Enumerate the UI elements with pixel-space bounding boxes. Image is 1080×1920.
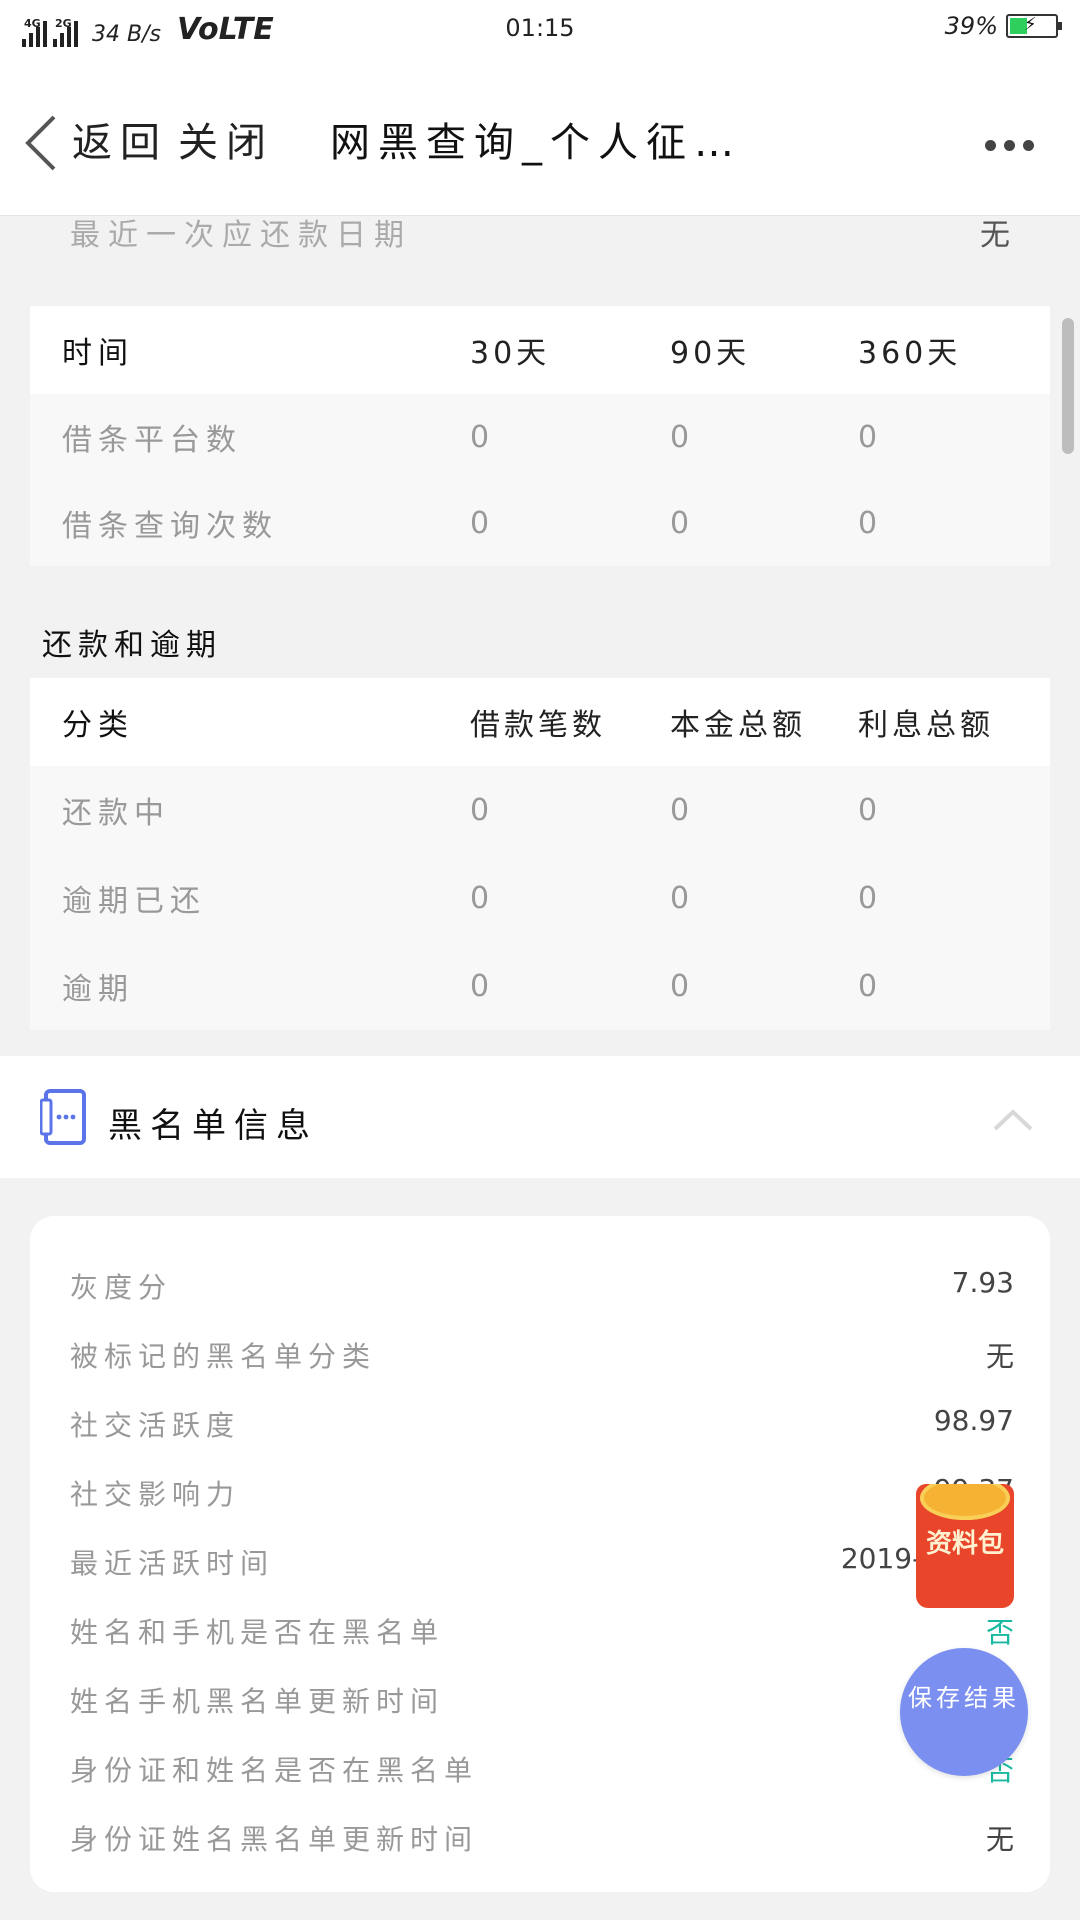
social-activity-label: 社交活跃度 bbox=[70, 1409, 241, 1442]
header-principal: 本金总额 bbox=[670, 708, 806, 743]
battery-icon: ⚡ bbox=[1006, 14, 1062, 38]
list-item: 最近活跃时间 2019-0 bbox=[30, 1532, 1050, 1601]
row-interest: 0 bbox=[858, 792, 878, 828]
row-label: 逾期已还 bbox=[62, 884, 206, 919]
status-bar: 4G 2G 34 B/s VoLTE 01:15 39% ⚡ bbox=[0, 0, 1080, 58]
back-link[interactable]: 返回 bbox=[72, 110, 168, 168]
id-name-update-label: 身份证姓名黑名单更新时间 bbox=[70, 1823, 479, 1856]
last-due-date-label: 最近一次应还款日期 bbox=[70, 218, 412, 253]
id-name-update-value: 无 bbox=[985, 1823, 1014, 1856]
red-packet-label: 资料包 bbox=[925, 1529, 1004, 1559]
row-value-90d: 0 bbox=[670, 505, 690, 541]
blacklist-section-header[interactable]: 黑名单信息 bbox=[0, 1056, 1080, 1178]
blacklist-title: 黑名单信息 bbox=[108, 1106, 318, 1146]
row-principal: 0 bbox=[670, 880, 690, 916]
chevron-up-icon[interactable] bbox=[992, 1108, 1034, 1132]
blacklist-info-card: 灰度分 7.93 被标记的黑名单分类 无 社交活跃度 98.97 社交影响力 9… bbox=[30, 1216, 1050, 1892]
scrollbar[interactable] bbox=[1062, 318, 1074, 454]
row-principal: 0 bbox=[670, 968, 690, 1004]
clock: 01:15 bbox=[505, 14, 575, 42]
row-interest: 0 bbox=[858, 880, 878, 916]
row-interest: 0 bbox=[858, 968, 878, 1004]
red-packet-button[interactable]: 资料包 bbox=[916, 1484, 1014, 1608]
status-right: 39% ⚡ bbox=[944, 12, 1062, 40]
grey-score-label: 灰度分 bbox=[70, 1271, 173, 1304]
table-header: 分类 借款笔数 本金总额 利息总额 bbox=[30, 678, 1050, 766]
repayment-section-title: 还款和逾期 bbox=[42, 628, 222, 663]
table-row: 借条平台数 0 0 0 bbox=[30, 394, 1050, 480]
header-90d: 90天 bbox=[670, 336, 751, 371]
row-value-30d: 0 bbox=[470, 419, 490, 455]
last-active-label: 最近活跃时间 bbox=[70, 1547, 275, 1580]
row-principal: 0 bbox=[670, 792, 690, 828]
header-30d: 30天 bbox=[470, 336, 551, 371]
row-value-30d: 0 bbox=[470, 505, 490, 541]
back-arrow-icon[interactable] bbox=[20, 113, 64, 173]
name-phone-update-label: 姓名手机黑名单更新时间 bbox=[70, 1685, 445, 1718]
row-label: 逾期 bbox=[62, 972, 134, 1007]
row-value-360d: 0 bbox=[858, 505, 878, 541]
row-label: 借条平台数 bbox=[62, 423, 242, 458]
last-due-date-value: 无 bbox=[980, 218, 1010, 253]
table-row: 还款中 0 0 0 bbox=[30, 766, 1050, 854]
battery-percent: 39% bbox=[944, 12, 998, 40]
list-item: 被标记的黑名单分类 无 bbox=[30, 1325, 1050, 1394]
list-item: 姓名和手机是否在黑名单 否 bbox=[30, 1601, 1050, 1670]
table-row: 逾期 0 0 0 bbox=[30, 942, 1050, 1030]
title-bar: 返回 关闭 网黑查询_个人征… bbox=[0, 58, 1080, 216]
more-dots-icon[interactable] bbox=[985, 140, 1034, 151]
table-header: 时间 30天 90天 360天 bbox=[30, 306, 1050, 394]
table-row: 逾期已还 0 0 0 bbox=[30, 854, 1050, 942]
row-count: 0 bbox=[470, 792, 490, 828]
coins-icon bbox=[920, 1484, 1010, 1520]
list-item: 灰度分 7.93 bbox=[30, 1256, 1050, 1325]
list-item: 社交影响力 99.37 bbox=[30, 1463, 1050, 1532]
social-influence-label: 社交影响力 bbox=[70, 1478, 241, 1511]
document-icon bbox=[40, 1089, 86, 1145]
header-360d: 360天 bbox=[858, 336, 962, 371]
list-item: 社交活跃度 98.97 bbox=[30, 1394, 1050, 1463]
header-category: 分类 bbox=[62, 708, 134, 743]
row-count: 0 bbox=[470, 968, 490, 1004]
platform-table: 时间 30天 90天 360天 借条平台数 0 0 0 借条查询次数 0 0 0 bbox=[30, 306, 1050, 566]
blacklist-category-label: 被标记的黑名单分类 bbox=[70, 1340, 377, 1373]
repayment-table: 分类 借款笔数 本金总额 利息总额 还款中 0 0 0 逾期已还 0 0 0 逾… bbox=[30, 678, 1050, 1030]
row-value-360d: 0 bbox=[858, 419, 878, 455]
social-activity-value: 98.97 bbox=[933, 1404, 1014, 1437]
close-link[interactable]: 关闭 bbox=[178, 110, 274, 168]
save-result-button[interactable]: 保存结果 bbox=[900, 1648, 1028, 1776]
page-title: 网黑查询_个人征… bbox=[330, 120, 742, 166]
row-value-90d: 0 bbox=[670, 419, 690, 455]
list-item: 身份证姓名黑名单更新时间 无 bbox=[30, 1808, 1050, 1877]
header-interest: 利息总额 bbox=[858, 708, 994, 743]
name-phone-blacklisted-label: 姓名和手机是否在黑名单 bbox=[70, 1616, 445, 1649]
blacklist-category-value: 无 bbox=[985, 1340, 1014, 1373]
grey-score-value: 7.93 bbox=[951, 1266, 1014, 1299]
id-name-blacklisted-label: 身份证和姓名是否在黑名单 bbox=[70, 1754, 479, 1787]
list-item: 身份证和姓名是否在黑名单 否 bbox=[30, 1739, 1050, 1808]
header-time: 时间 bbox=[62, 336, 134, 371]
name-phone-blacklisted-value: 否 bbox=[985, 1616, 1014, 1649]
row-count: 0 bbox=[470, 880, 490, 916]
row-label: 还款中 bbox=[62, 796, 170, 831]
table-row: 借条查询次数 0 0 0 bbox=[30, 480, 1050, 566]
header-loan-count: 借款笔数 bbox=[470, 708, 606, 743]
row-label: 借条查询次数 bbox=[62, 509, 278, 544]
list-item: 姓名手机黑名单更新时间 无 bbox=[30, 1670, 1050, 1739]
